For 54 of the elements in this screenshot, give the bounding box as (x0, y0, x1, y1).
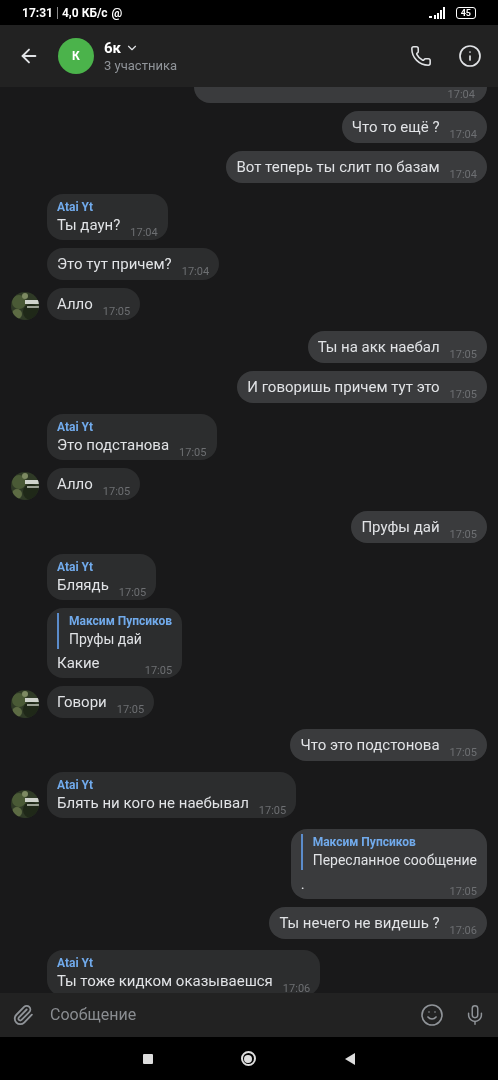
message-time: 17:04 (181, 266, 210, 277)
quote-author: Максим Пупсиков (312, 834, 417, 850)
message-text: Что то ещё ? (351, 117, 440, 137)
home-button[interactable] (240, 1051, 256, 1066)
chat-subtitle: 3 участника (104, 58, 177, 74)
chat-title[interactable]: 6к (104, 38, 122, 58)
sender-name: Atai Yt (57, 559, 94, 575)
message-text: Ты тоже кидком оказываешся (57, 971, 273, 991)
attach-icon[interactable] (12, 1004, 34, 1026)
quote-text: Пруфы дай (69, 630, 143, 649)
emoji-icon[interactable] (420, 1003, 444, 1027)
message-time: 17:04 (130, 227, 158, 238)
sender-name: Atai Yt (57, 199, 94, 215)
message-time: 17:06 (282, 983, 311, 993)
battery-indicator: 45 (455, 6, 476, 19)
message-time: 17:05 (144, 665, 173, 676)
message-text: Бляядь (57, 575, 109, 595)
message-text: Блять ни кого не наебывал (57, 793, 249, 813)
quoted-message[interactable]: Максим Пупсиков Пруфы дай (57, 613, 173, 649)
message-text: Ты даун? (57, 215, 121, 235)
quote-text: Пересланное сообщение (312, 851, 477, 870)
message-text: И говоришь причем тут это (247, 377, 440, 397)
message-time: 17:05 (102, 306, 131, 317)
message-time: 17:05 (258, 805, 287, 816)
message-input[interactable]: Сообщение (50, 1003, 420, 1027)
back-nav-icon[interactable] (343, 1052, 356, 1065)
signal-icon (427, 6, 448, 19)
message-text: Пруфы дай (361, 517, 440, 537)
quote-author: Максим Пупсиков (69, 613, 173, 629)
sender-name: Atai Yt (57, 419, 94, 435)
sender-name: Atai Yt (57, 955, 94, 971)
phone-icon[interactable] (410, 45, 432, 67)
recent-apps-button[interactable] (142, 1053, 153, 1064)
message-text: Это тут причем? (57, 254, 172, 274)
message-text: Вот теперь ты слит по базам (236, 157, 440, 177)
message-text: Что это подстонова (300, 735, 440, 755)
message-text: . (300, 874, 305, 894)
message-time: 17:05 (179, 447, 207, 458)
message-text: Ты нечего не видешь ? (279, 913, 440, 933)
message-time: 17:05 (102, 486, 131, 497)
message-time: 17:05 (118, 587, 147, 598)
status-at: @ (111, 4, 123, 22)
message-text: Это подстанова (57, 435, 170, 455)
message-time: 17:05 (116, 704, 145, 715)
status-time: 17:31 (22, 4, 53, 22)
message-text: Ты на акк наебал (317, 337, 440, 357)
network-speed: 4,0 КБ/с (61, 4, 108, 22)
message-text: Говори (57, 692, 107, 712)
message-text: Алло (57, 474, 93, 494)
quoted-message[interactable]: Максим Пупсиков Пересланное сообщение (300, 834, 477, 870)
message-text: Какие (57, 653, 100, 673)
sender-name: Atai Yt (57, 777, 94, 793)
message-composer[interactable]: Сообщение (0, 993, 498, 1037)
message-text: Алло (57, 294, 93, 314)
